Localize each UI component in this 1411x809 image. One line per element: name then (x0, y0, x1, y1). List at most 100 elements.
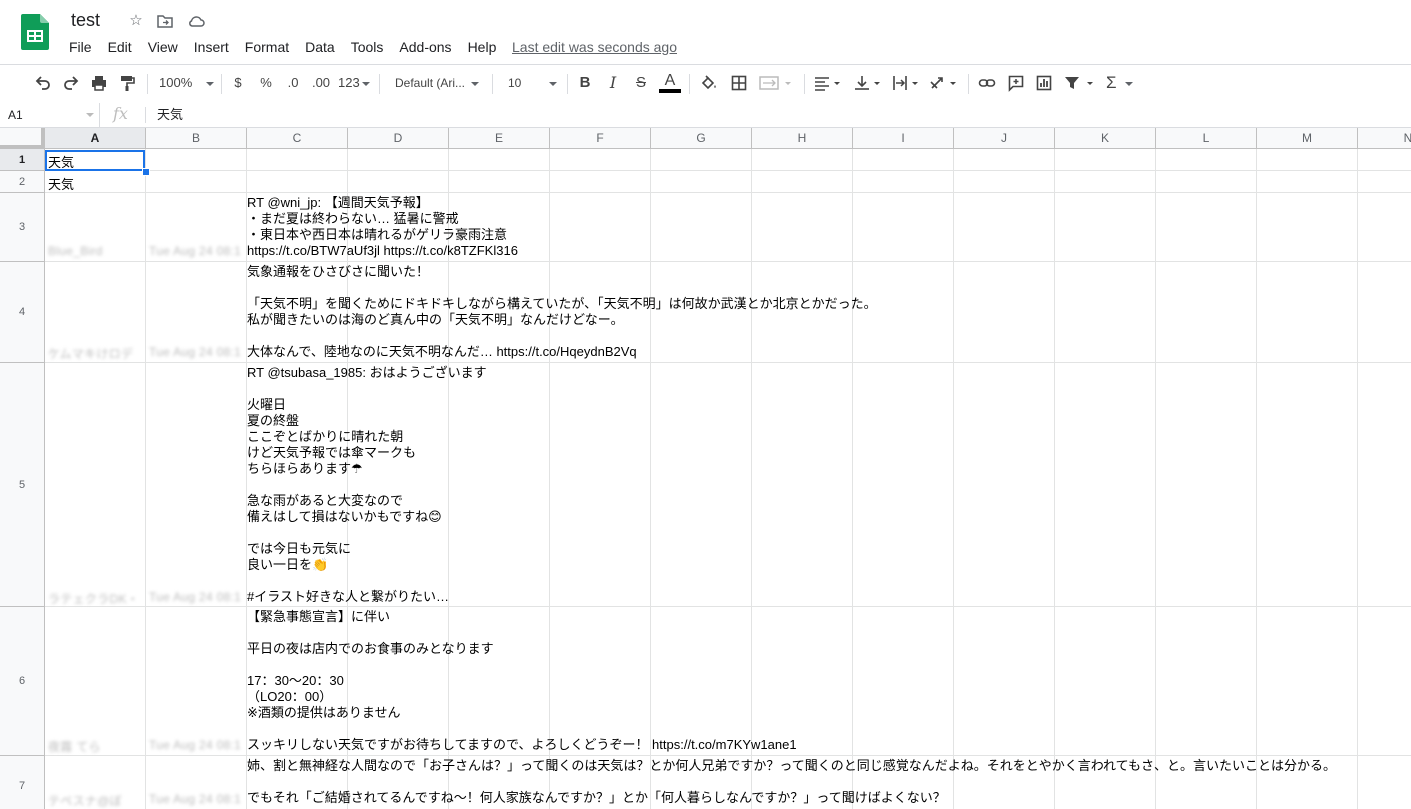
table-row[interactable]: ケムマキけロデ Tue Aug 24 08:1 気象通報をひさびさに聞いた！ 「… (45, 262, 1411, 363)
filter-icon[interactable] (1061, 71, 1101, 95)
column-header-h[interactable]: H (752, 128, 853, 149)
cell-c6[interactable]: 【緊急事態宣言】に伴い 平日の夜は店内でのお食事のみとなります 17：30～20… (247, 609, 1407, 755)
column-header-b[interactable]: B (146, 128, 247, 149)
row-header-2[interactable]: 2 (0, 171, 45, 193)
text-wrapping-icon[interactable] (890, 71, 924, 95)
cell-b5[interactable]: Tue Aug 24 08:1 (149, 590, 241, 604)
redo-icon[interactable] (60, 71, 82, 95)
cell-a4[interactable]: ケムマキけロデ (48, 345, 133, 362)
increase-decimal-button[interactable]: .00 (308, 71, 334, 95)
column-header-j[interactable]: J (954, 128, 1055, 149)
bold-button[interactable]: B (575, 71, 595, 95)
chevron-down-icon (361, 81, 370, 86)
column-header-l[interactable]: L (1156, 128, 1257, 149)
table-row[interactable]: テペスナ@ぼ Tue Aug 24 08:1 姉、割と無神経な人間なので「お子さ… (45, 756, 1411, 809)
formula-input[interactable]: 天気 (157, 103, 183, 127)
column-header-d[interactable]: D (348, 128, 449, 149)
menu-view[interactable]: View (140, 37, 186, 57)
row-number: 6 (18, 675, 26, 687)
chevron-down-icon (86, 113, 94, 117)
cell-c4[interactable]: 気象通報をひさびさに聞いた！ 「天気不明」を聞くためにドキドキしながら構えていた… (247, 264, 1407, 362)
vertical-align-icon[interactable] (852, 71, 886, 95)
menu-file[interactable]: File (61, 37, 100, 57)
table-row[interactable]: Blue_Bird Tue Aug 24 08:1 RT @wni_jp: 【週… (45, 193, 1411, 262)
font-family-select[interactable]: Default (Ari... (389, 71, 491, 95)
row-header-7[interactable]: 7 (0, 756, 45, 809)
insert-link-icon[interactable] (976, 71, 998, 95)
column-header-g[interactable]: G (651, 128, 752, 149)
italic-button[interactable]: I (603, 71, 623, 95)
insert-comment-icon[interactable] (1005, 71, 1027, 95)
font-size-select[interactable]: 10 (500, 71, 568, 95)
menu-format[interactable]: Format (237, 37, 297, 57)
merge-cells-icon[interactable] (756, 71, 796, 95)
column-header-e[interactable]: E (449, 128, 550, 149)
document-title[interactable]: test (71, 10, 100, 31)
column-header-a[interactable]: A (45, 128, 146, 149)
menu-tools[interactable]: Tools (343, 37, 392, 57)
table-row[interactable]: 天気 (45, 171, 1411, 193)
column-header-m[interactable]: M (1257, 128, 1358, 149)
cell-c7[interactable]: 姉、割と無神経な人間なので「お子さんは？」って聞くのは天気は？とか何人兄弟ですか… (247, 758, 1407, 808)
percent-format-button[interactable]: % (256, 71, 276, 95)
print-icon[interactable] (88, 71, 110, 95)
menu-insert[interactable]: Insert (186, 37, 237, 57)
move-folder-icon[interactable] (156, 12, 174, 30)
more-formats-button[interactable]: 123 (338, 71, 372, 95)
column-header-n[interactable]: N (1358, 128, 1411, 149)
row-number: 1 (18, 153, 26, 166)
column-header-c[interactable]: C (247, 128, 348, 149)
paint-format-icon[interactable] (116, 71, 138, 95)
insert-chart-icon[interactable] (1033, 71, 1055, 95)
row-header-1[interactable]: 1 (0, 149, 45, 171)
cell-b6[interactable]: Tue Aug 24 08:1 (149, 738, 241, 752)
menu-data[interactable]: Data (297, 37, 343, 57)
sheets-logo-icon[interactable] (21, 14, 49, 50)
decrease-decimal-button[interactable]: .0 (282, 71, 304, 95)
table-row[interactable]: 天気 (45, 149, 1411, 171)
cell-b7[interactable]: Tue Aug 24 08:1 (149, 792, 241, 806)
row-header-4[interactable]: 4 (0, 262, 45, 363)
cell-c3[interactable]: RT @wni_jp: 【週間天気予報】 ・まだ夏は終わらない… 猛暑に警戒 ・… (247, 195, 1407, 261)
currency-format-button[interactable]: $ (228, 71, 248, 95)
cloud-status-icon[interactable] (187, 12, 205, 30)
cell-b3[interactable]: Tue Aug 24 08:1 (149, 244, 241, 258)
cell-b4[interactable]: Tue Aug 24 08:1 (149, 345, 241, 359)
select-all-corner[interactable] (0, 128, 45, 149)
menu-addons[interactable]: Add-ons (391, 37, 459, 57)
menu-edit[interactable]: Edit (100, 37, 140, 57)
cell-a7[interactable]: テペスナ@ぼ (48, 792, 122, 809)
text-rotation-icon[interactable] (928, 71, 962, 95)
fill-handle[interactable] (142, 168, 150, 176)
row-header-5[interactable]: 5 (0, 363, 45, 607)
strikethrough-button[interactable]: S (631, 71, 651, 95)
row-header-3[interactable]: 3 (0, 193, 45, 262)
cell-a6[interactable]: 夜霧 てら (48, 738, 101, 755)
table-row[interactable]: 夜霧 てら Tue Aug 24 08:1 【緊急事態宣言】に伴い 平日の夜は店… (45, 607, 1411, 756)
text-color-button[interactable]: A (659, 71, 681, 95)
cell-a5[interactable]: ラテェクラDK・ (48, 590, 139, 607)
zoom-select[interactable]: 100% (155, 71, 219, 95)
fill-color-icon[interactable] (698, 71, 720, 95)
undo-icon[interactable] (32, 71, 54, 95)
last-edit-link[interactable]: Last edit was seconds ago (512, 38, 677, 56)
column-header-k[interactable]: K (1055, 128, 1156, 149)
spreadsheet-grid[interactable]: A B C D E F G H I J K L M N 1 天気 2 天気 3 … (0, 128, 1411, 809)
more-formats-label: 123 (338, 75, 360, 90)
functions-button[interactable]: Σ (1106, 71, 1140, 95)
star-icon[interactable]: ☆ (127, 12, 145, 30)
cell-a2[interactable]: 天気 (48, 174, 74, 193)
font-family-value: Default (Ari... (395, 76, 466, 90)
row-header-6[interactable]: 6 (0, 607, 45, 756)
cell-c5[interactable]: RT @tsubasa_1985: おはようございます 火曜日 夏の終盤 ここぞ… (247, 365, 1407, 606)
borders-icon[interactable] (728, 71, 750, 95)
chevron-down-icon (471, 81, 480, 86)
row-number: 7 (18, 779, 26, 792)
menu-help[interactable]: Help (460, 37, 505, 57)
table-row[interactable]: ラテェクラDK・ Tue Aug 24 08:1 RT @tsubasa_198… (45, 363, 1411, 607)
column-header-i[interactable]: I (853, 128, 954, 149)
name-box[interactable]: A1 (0, 103, 100, 127)
cell-a3[interactable]: Blue_Bird (48, 244, 103, 258)
column-header-f[interactable]: F (550, 128, 651, 149)
horizontal-align-icon[interactable] (812, 71, 846, 95)
